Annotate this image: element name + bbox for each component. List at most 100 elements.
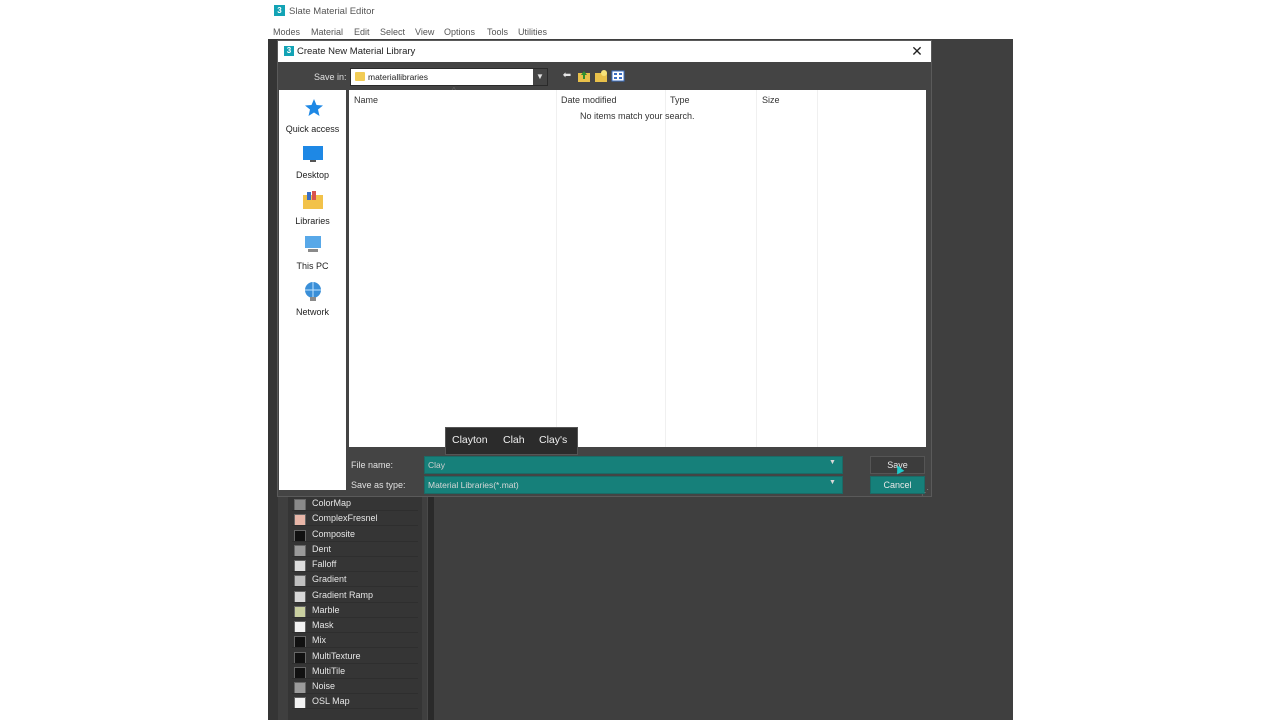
material-label: Noise bbox=[312, 681, 336, 691]
place-desktop[interactable]: Desktop bbox=[279, 142, 346, 186]
row-divider bbox=[292, 677, 418, 679]
close-icon[interactable]: ✕ bbox=[908, 42, 926, 60]
menu-edit[interactable]: Edit bbox=[354, 27, 370, 37]
material-list-item[interactable]: Gradient bbox=[292, 573, 418, 588]
app-titlebar: 3 Slate Material Editor bbox=[268, 0, 1013, 22]
row-divider bbox=[292, 708, 418, 710]
place-network[interactable]: Network bbox=[279, 279, 346, 323]
material-label: Falloff bbox=[312, 559, 337, 569]
column-separator[interactable] bbox=[556, 90, 557, 447]
material-label: Gradient Ramp bbox=[312, 589, 374, 600]
menu-material[interactable]: Material bbox=[311, 27, 343, 37]
material-label: Gradient bbox=[312, 574, 347, 585]
cancel-button[interactable]: Cancel bbox=[870, 476, 925, 494]
material-label: Dent bbox=[312, 543, 332, 554]
material-list-item[interactable]: Dent bbox=[292, 543, 418, 557]
suggestion-item[interactable]: Clah bbox=[503, 434, 525, 446]
row-divider bbox=[292, 632, 418, 633]
file-name-label: File name: bbox=[351, 460, 394, 470]
place-label: Quick access bbox=[285, 124, 340, 134]
menu-tools[interactable]: Tools bbox=[487, 27, 508, 37]
material-list-item[interactable]: ColorMap bbox=[292, 497, 418, 511]
material-list-item[interactable]: Composite bbox=[292, 528, 418, 542]
save-in-dropdown[interactable]: materiallibraries ▼ bbox=[350, 68, 548, 86]
save-as-type-value: Material Libraries(*.mat) bbox=[428, 480, 519, 490]
material-list-item[interactable]: MultiTexture bbox=[292, 650, 418, 664]
row-divider bbox=[292, 586, 418, 588]
panel-divider[interactable] bbox=[427, 489, 434, 720]
material-list-item[interactable]: Gradient Ramp bbox=[292, 589, 418, 603]
libraries-icon bbox=[303, 191, 323, 209]
row-divider bbox=[292, 662, 418, 664]
row-divider bbox=[292, 571, 418, 572]
file-list[interactable]: ^ Name Date modified Type Size No items … bbox=[349, 86, 926, 447]
desktop-icon bbox=[303, 146, 323, 162]
up-folder-icon[interactable] bbox=[577, 69, 591, 83]
chevron-down-icon[interactable]: ▼ bbox=[829, 459, 836, 466]
material-list-item[interactable]: Mix bbox=[292, 634, 418, 649]
resize-grip-icon[interactable]: ⋰ bbox=[921, 488, 929, 497]
row-divider bbox=[292, 693, 418, 694]
column-separator[interactable] bbox=[665, 90, 666, 447]
menu-modes[interactable]: Modes bbox=[273, 27, 300, 37]
place-this-pc[interactable]: This PC bbox=[279, 233, 346, 277]
material-list-item[interactable]: OSL Map bbox=[292, 695, 418, 710]
place-label: This PC bbox=[296, 261, 329, 271]
dialog-titlebar: 3 Create New Material Library ✕ bbox=[278, 41, 931, 62]
row-divider bbox=[292, 510, 418, 511]
view-menu-icon[interactable] bbox=[611, 69, 625, 83]
material-label: Mix bbox=[312, 635, 326, 646]
empty-message: No items match your search. bbox=[580, 111, 695, 121]
save-as-type-dropdown[interactable]: Material Libraries(*.mat) ▼ bbox=[424, 476, 843, 494]
chevron-down-icon[interactable]: ▼ bbox=[829, 479, 836, 486]
material-label: MultiTexture bbox=[312, 650, 361, 661]
place-label: Libraries bbox=[295, 216, 330, 226]
material-list-item[interactable]: Mask bbox=[292, 619, 418, 633]
column-header-name[interactable]: Name bbox=[354, 95, 378, 105]
menu-options[interactable]: Options bbox=[444, 27, 475, 37]
material-list-item[interactable]: Falloff bbox=[292, 558, 418, 572]
material-list-item[interactable]: ComplexFresnel bbox=[292, 512, 418, 527]
chevron-down-icon[interactable]: ▼ bbox=[533, 69, 547, 85]
row-divider bbox=[292, 601, 418, 603]
file-name-input[interactable]: Clay ▼ bbox=[424, 456, 843, 474]
material-list-item[interactable]: MultiTile bbox=[292, 665, 418, 679]
row-divider bbox=[292, 525, 418, 527]
column-separator[interactable] bbox=[817, 90, 818, 447]
column-separator[interactable] bbox=[756, 90, 757, 447]
app-menubar: Modes Material Edit Select View Options … bbox=[268, 22, 1013, 40]
place-quick-access[interactable]: Quick access bbox=[279, 96, 346, 140]
material-label: ColorMap bbox=[312, 498, 352, 508]
folder-icon bbox=[355, 72, 365, 81]
dialog-logo-icon: 3 bbox=[284, 46, 294, 56]
sort-caret-icon: ^ bbox=[452, 86, 456, 95]
create-library-dialog: 3 Create New Material Library ✕ Save in:… bbox=[277, 40, 932, 497]
column-header-date-modified[interactable]: Date modified bbox=[561, 95, 617, 105]
new-folder-icon[interactable] bbox=[594, 69, 608, 83]
suggestion-item[interactable]: Clay's bbox=[539, 434, 567, 446]
autocomplete-popup: Clayton Clah Clay's bbox=[445, 427, 578, 455]
computer-icon bbox=[305, 236, 321, 252]
places-bar: Quick access Desktop Libraries This PC N… bbox=[279, 90, 346, 490]
suggestion-item[interactable]: Clayton bbox=[452, 434, 488, 446]
save-in-value: materiallibraries bbox=[368, 72, 428, 82]
network-icon bbox=[305, 282, 321, 301]
row-divider bbox=[292, 540, 418, 542]
menu-select[interactable]: Select bbox=[380, 27, 405, 37]
menu-view[interactable]: View bbox=[415, 27, 434, 37]
material-label: OSL Map bbox=[312, 696, 350, 707]
place-libraries[interactable]: Libraries bbox=[279, 188, 346, 232]
material-list-item[interactable]: Marble bbox=[292, 604, 418, 618]
material-list-item[interactable]: Noise bbox=[292, 680, 418, 694]
row-divider bbox=[292, 616, 418, 618]
dialog-title: Create New Material Library bbox=[297, 46, 416, 57]
material-label: Composite bbox=[312, 528, 356, 539]
row-divider bbox=[292, 647, 418, 649]
back-arrow-icon[interactable]: ⬅ bbox=[560, 69, 574, 83]
column-header-type[interactable]: Type bbox=[670, 95, 690, 105]
material-label: MultiTile bbox=[312, 665, 346, 676]
row-divider bbox=[292, 555, 418, 557]
material-label: ComplexFresnel bbox=[312, 513, 378, 524]
menu-utilities[interactable]: Utilities bbox=[518, 27, 547, 37]
column-header-size[interactable]: Size bbox=[762, 95, 780, 105]
